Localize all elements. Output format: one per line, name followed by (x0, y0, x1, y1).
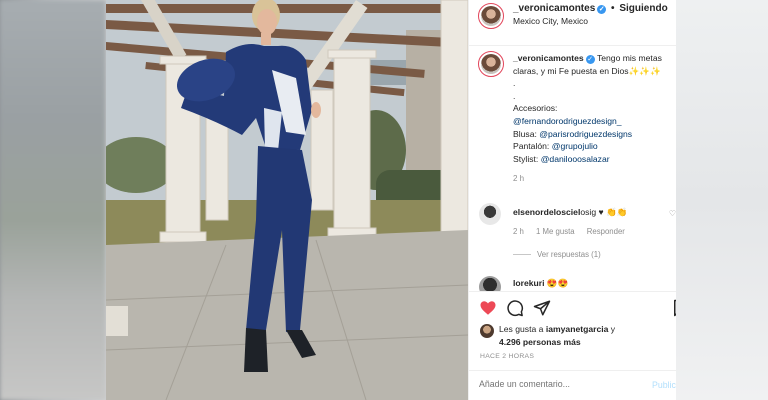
post-photo[interactable] (106, 0, 468, 400)
likes-prefix: Les gusta a (499, 324, 544, 334)
author-avatar[interactable] (478, 3, 504, 29)
separator-dot: • (611, 3, 615, 14)
likes-y: y (610, 324, 616, 334)
view-replies-button[interactable]: Ver respuestas (1) (513, 250, 601, 259)
pantalon-label: Pantalón: (513, 141, 550, 152)
author-line: _veronicamontes ✓ • Siguiendo (513, 3, 668, 14)
comment-meta: 2 h 1 Me gusta Responder (513, 227, 635, 236)
author-username[interactable]: _veronicamontes (513, 3, 595, 14)
view-replies-label: Ver respuestas (1) (537, 250, 601, 259)
comment-icon[interactable] (506, 299, 524, 317)
comment-text: osig ♥ 👏👏 (580, 207, 628, 217)
post-actions: Les gusta a iamyanetgarcia y 4.296 perso… (469, 291, 676, 400)
post-location[interactable]: Mexico City, Mexico (513, 16, 588, 26)
pantalon-mention[interactable]: @grupojulio (552, 141, 598, 151)
caption-emoji: ✨✨✨ (628, 65, 661, 76)
like-heart-icon[interactable] (479, 299, 497, 317)
caption-username[interactable]: _veronicamontes (513, 53, 584, 63)
accessories-label: Accesorios: (513, 103, 558, 114)
commenter-avatar[interactable] (479, 203, 501, 225)
comment-text-line: elsenordeloscielosig ♥ 👏👏 (513, 207, 627, 218)
comment-time: 2 h (513, 227, 524, 236)
caption-dot-line: . (513, 78, 516, 89)
comment-text: 😍😍 (546, 278, 569, 288)
comment-like-heart-icon[interactable]: ♡ (669, 209, 676, 218)
verified-badge-icon: ✓ (585, 55, 595, 64)
follow-status-button[interactable]: Siguiendo (619, 3, 667, 14)
stylist-mention[interactable]: @danilooosalazar (541, 154, 610, 164)
bookmark-icon[interactable] (671, 299, 676, 317)
likes-count[interactable]: 4.296 personas más (499, 337, 581, 347)
accessories-mention[interactable]: @fernandorodriguezdesign_ (513, 115, 673, 128)
share-icon[interactable] (533, 299, 551, 317)
blurred-background-right (676, 0, 768, 400)
publish-button[interactable]: Publicar (652, 380, 676, 390)
commenter-username[interactable]: elsenordelosciel (513, 207, 580, 217)
comment-text-line: lorekuri 😍😍 (513, 278, 568, 289)
blurred-background-left (0, 0, 106, 400)
caption-dot-line: . (513, 90, 516, 101)
caption-timestamp: 2 h (513, 174, 525, 184)
post-header: _veronicamontes ✓ • Siguiendo Mexico City… (469, 0, 676, 46)
photo-illustration (106, 0, 468, 400)
liker-avatar[interactable] (480, 324, 494, 338)
verified-badge-icon: ✓ (597, 5, 607, 14)
comment-likes[interactable]: 1 Me gusta (536, 227, 575, 236)
post-time-ago: HACE 2 HORAS (480, 353, 535, 360)
likes-summary: Les gusta a iamyanetgarcia y 4.296 perso… (499, 323, 615, 348)
caption-body: _veronicamontes ✓ Tengo mis metas claras,… (513, 52, 673, 186)
post-side-panel: _veronicamontes ✓ • Siguiendo Mexico City… (468, 0, 676, 400)
caption-avatar[interactable] (478, 51, 504, 77)
comment-reply-button[interactable]: Responder (587, 227, 625, 236)
liker-username[interactable]: iamyanetgarcia (546, 324, 609, 334)
blusa-mention[interactable]: @parisrodriguezdesigns (539, 129, 632, 139)
replies-line (513, 254, 531, 255)
add-comment-input[interactable] (479, 379, 639, 389)
stylist-label: Stylist: (513, 153, 539, 164)
blusa-label: Blusa: (513, 128, 537, 139)
commenter-username[interactable]: lorekuri (513, 278, 545, 288)
post-caption: _veronicamontes ✓ Tengo mis metas claras,… (469, 46, 676, 186)
add-comment-bar: Publicar (469, 370, 676, 400)
